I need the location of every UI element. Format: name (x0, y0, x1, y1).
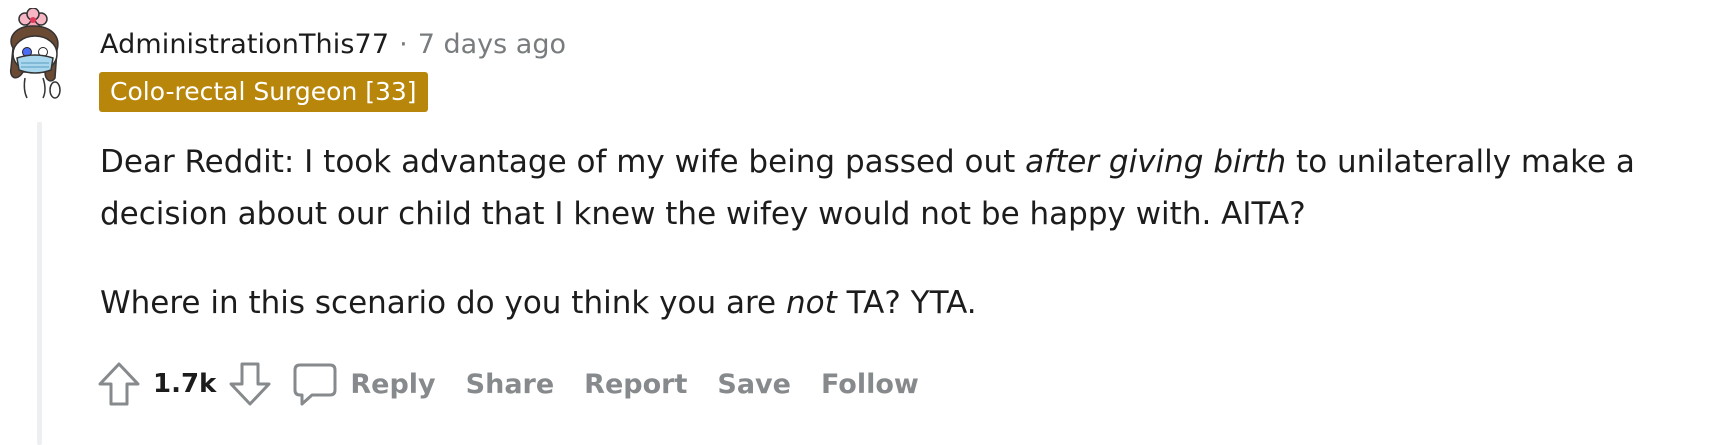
reply-label: Reply (350, 368, 436, 400)
downvote-arrow-icon (229, 362, 271, 406)
comment-body: Dear Reddit: I took advantage of my wife… (100, 136, 1725, 329)
snoo-avatar-icon (9, 7, 61, 99)
paragraph-1-emphasis: after giving birth (1025, 144, 1287, 180)
follow-button[interactable]: Follow (821, 369, 919, 400)
author-name[interactable]: AdministrationThis77 (100, 29, 389, 60)
paragraph-2-text-b: TA? YTA. (836, 285, 977, 321)
save-button[interactable]: Save (717, 369, 791, 400)
paragraph-2-emphasis: not (785, 285, 837, 321)
upvote-button[interactable] (93, 356, 145, 412)
meta-separator: · (399, 28, 408, 60)
comment-meta: AdministrationThis77 · 7 days ago (100, 26, 566, 62)
vote-score: 1.7k (153, 369, 217, 399)
comment-paragraph-2: Where in this scenario do you think you … (100, 277, 1725, 329)
thread-line[interactable] (37, 122, 42, 445)
comment: AdministrationThis77 · 7 days ago Colo-r… (0, 0, 1735, 445)
avatar[interactable] (3, 7, 79, 102)
comment-actions: 1.7k Reply Share Report Save Follow (93, 356, 919, 412)
user-flair: Colo-rectal Surgeon [33] (99, 72, 428, 112)
speech-bubble-icon (293, 363, 337, 406)
comment-paragraph-1: Dear Reddit: I took advantage of my wife… (100, 136, 1725, 240)
upvote-arrow-icon (98, 362, 140, 406)
report-button[interactable]: Report (584, 369, 687, 400)
timestamp[interactable]: 7 days ago (418, 29, 566, 60)
share-button[interactable]: Share (466, 369, 555, 400)
reply-button[interactable]: Reply (292, 361, 436, 407)
paragraph-1-text-a: Dear Reddit: I took advantage of my wife… (100, 144, 1026, 180)
paragraph-2-text-a: Where in this scenario do you think you … (100, 285, 786, 321)
downvote-button[interactable] (224, 356, 276, 412)
